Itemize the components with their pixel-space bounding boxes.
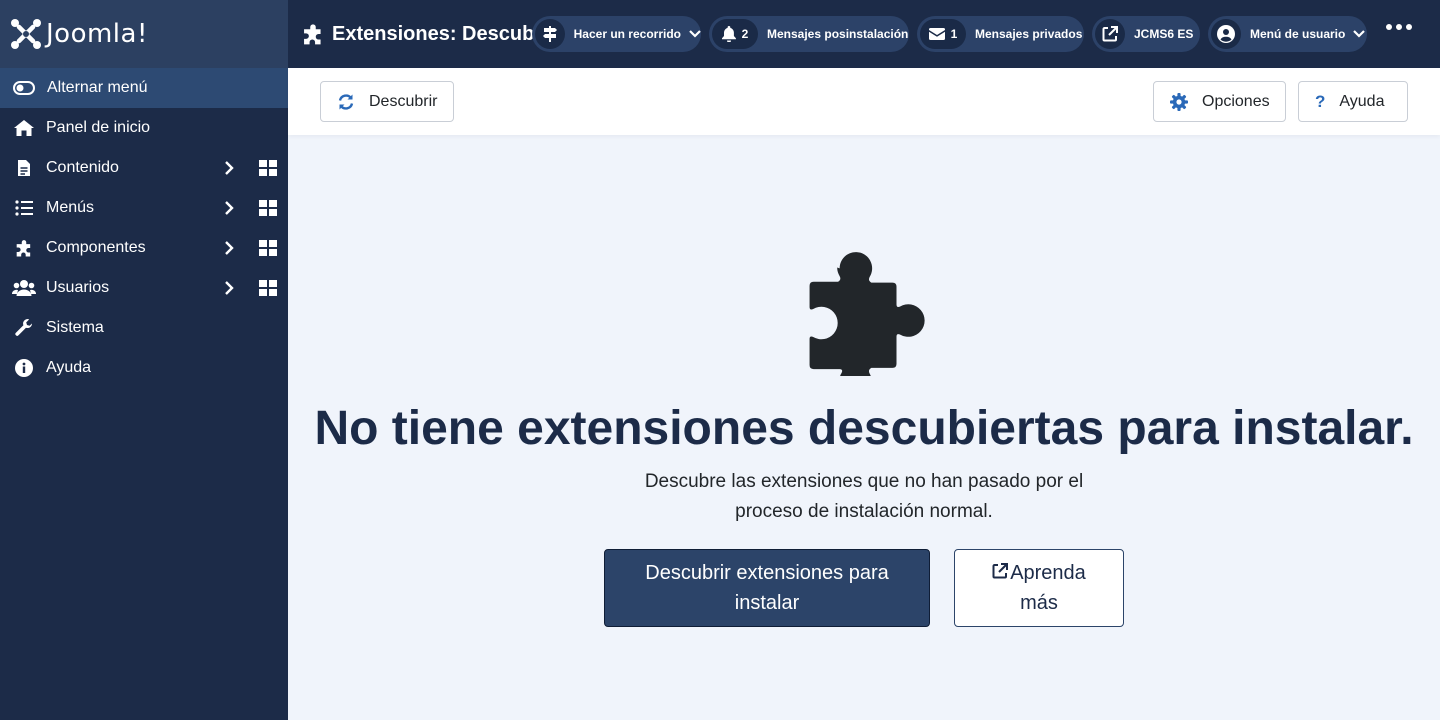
- learn-more-label: Aprenda más: [1010, 561, 1086, 615]
- file-icon: [12, 159, 36, 177]
- dashboard-grid-icon[interactable]: [259, 280, 277, 301]
- user-menu-label: Menú de usuario: [1250, 27, 1346, 41]
- site-label: JCMS6 ES: [1134, 27, 1194, 41]
- postinstall-count: 2: [741, 27, 749, 41]
- refresh-icon: [337, 93, 355, 111]
- discover-extensions-label: Descubrir extensiones para instalar: [645, 562, 889, 614]
- info-icon: [12, 359, 36, 377]
- discover-extensions-button[interactable]: Descubrir extensiones para instalar: [604, 549, 930, 627]
- sidebar-item-label: Ayuda: [46, 359, 92, 376]
- puzzle-icon: [799, 246, 929, 398]
- toggle-menu-button[interactable]: Alternar menú: [0, 68, 288, 108]
- chevron-right-icon[interactable]: [224, 280, 234, 301]
- toggle-icon: [12, 81, 36, 95]
- sidebar-item-label: Usuarios: [46, 279, 110, 296]
- dashboard-grid-icon[interactable]: [259, 160, 277, 181]
- sidebar-item-label: Sistema: [46, 319, 104, 336]
- sidebar-item-system[interactable]: Sistema: [0, 308, 288, 348]
- sidebar-item-users[interactable]: Usuarios: [0, 268, 288, 308]
- discover-button[interactable]: Descubrir: [320, 81, 454, 122]
- sidebar-item-label: Componentes: [46, 239, 146, 256]
- empty-state-title: No tiene extensiones descubiertas para i…: [314, 402, 1414, 455]
- sidebar: Joomla! Alternar menú Panel de inicio Co…: [0, 0, 288, 720]
- sidebar-item-content[interactable]: Contenido: [0, 148, 288, 188]
- discover-label: Descubrir: [369, 92, 438, 110]
- private-count: 1: [950, 27, 958, 41]
- external-link-icon: [992, 558, 1009, 588]
- user-menu-dropdown[interactable]: Menú de usuario: [1208, 16, 1367, 52]
- toggle-menu-label: Alternar menú: [47, 79, 148, 96]
- sidebar-item-components[interactable]: Componentes: [0, 228, 288, 268]
- home-icon: [12, 119, 36, 137]
- puzzle-icon: [12, 239, 36, 257]
- site-link-button[interactable]: JCMS6 ES: [1092, 16, 1200, 52]
- brand-logo[interactable]: Joomla!: [0, 0, 288, 68]
- sidebar-item-help[interactable]: Ayuda: [0, 348, 288, 388]
- joomla-logo-icon: [11, 19, 41, 49]
- users-icon: [12, 279, 36, 297]
- sidebar-nav: Panel de inicio Contenido Menús Componen…: [0, 108, 288, 388]
- sidebar-item-menus[interactable]: Menús: [0, 188, 288, 228]
- options-label: Opciones: [1202, 92, 1270, 110]
- puzzle-icon: [302, 23, 324, 45]
- help-button[interactable]: ? Ayuda: [1298, 81, 1408, 122]
- postinstall-label: Mensajes posinstalación: [767, 27, 909, 41]
- tour-dropdown[interactable]: Hacer un recorrido: [532, 16, 701, 52]
- sidebar-item-panel[interactable]: Panel de inicio: [0, 108, 288, 148]
- sidebar-item-label: Panel de inicio: [46, 119, 151, 136]
- bell-icon: [721, 26, 736, 42]
- postinstall-badge: 2: [712, 19, 758, 49]
- chevron-right-icon[interactable]: [224, 160, 234, 181]
- sidebar-item-label: Menús: [46, 199, 95, 216]
- learn-more-button[interactable]: Aprenda más: [954, 549, 1124, 627]
- question-icon: ?: [1315, 91, 1326, 111]
- page-title: Extensiones: Descubrir: [302, 23, 555, 46]
- list-icon: [12, 200, 36, 216]
- brand-name: Joomla!: [46, 19, 148, 49]
- user-circle-icon: [1211, 19, 1241, 49]
- chevron-right-icon[interactable]: [224, 200, 234, 221]
- private-messages-button[interactable]: 1 Mensajes privados: [917, 16, 1084, 52]
- chevron-down-icon: [689, 30, 701, 38]
- external-link-icon: [1095, 19, 1125, 49]
- postinstall-messages-button[interactable]: 2 Mensajes posinstalación: [709, 16, 909, 52]
- dashboard-grid-icon[interactable]: [259, 200, 277, 221]
- chevron-down-icon: [1353, 30, 1366, 38]
- wrench-icon: [12, 319, 36, 337]
- envelope-icon: [928, 28, 945, 40]
- page-title-text: Extensiones: Descubrir: [332, 22, 556, 45]
- more-options-icon[interactable]: [1386, 24, 1412, 30]
- toolbar: Descubrir Opciones ? Ayuda: [288, 68, 1440, 135]
- tour-label: Hacer un recorrido: [573, 27, 681, 41]
- help-label: Ayuda: [1339, 92, 1385, 110]
- signpost-icon: [535, 19, 565, 49]
- private-label: Mensajes privados: [975, 27, 1083, 41]
- top-header: Extensiones: Descubrir Hacer un recorrid…: [288, 0, 1440, 68]
- sidebar-item-label: Contenido: [46, 159, 119, 176]
- gear-icon: [1170, 92, 1188, 111]
- chevron-right-icon[interactable]: [224, 240, 234, 261]
- main-content: No tiene extensiones descubiertas para i…: [288, 135, 1440, 720]
- empty-state-description: Descubre las extensiones que no han pasa…: [644, 471, 1084, 522]
- private-badge: 1: [920, 19, 966, 49]
- dashboard-grid-icon[interactable]: [259, 240, 277, 261]
- options-button[interactable]: Opciones: [1153, 81, 1286, 122]
